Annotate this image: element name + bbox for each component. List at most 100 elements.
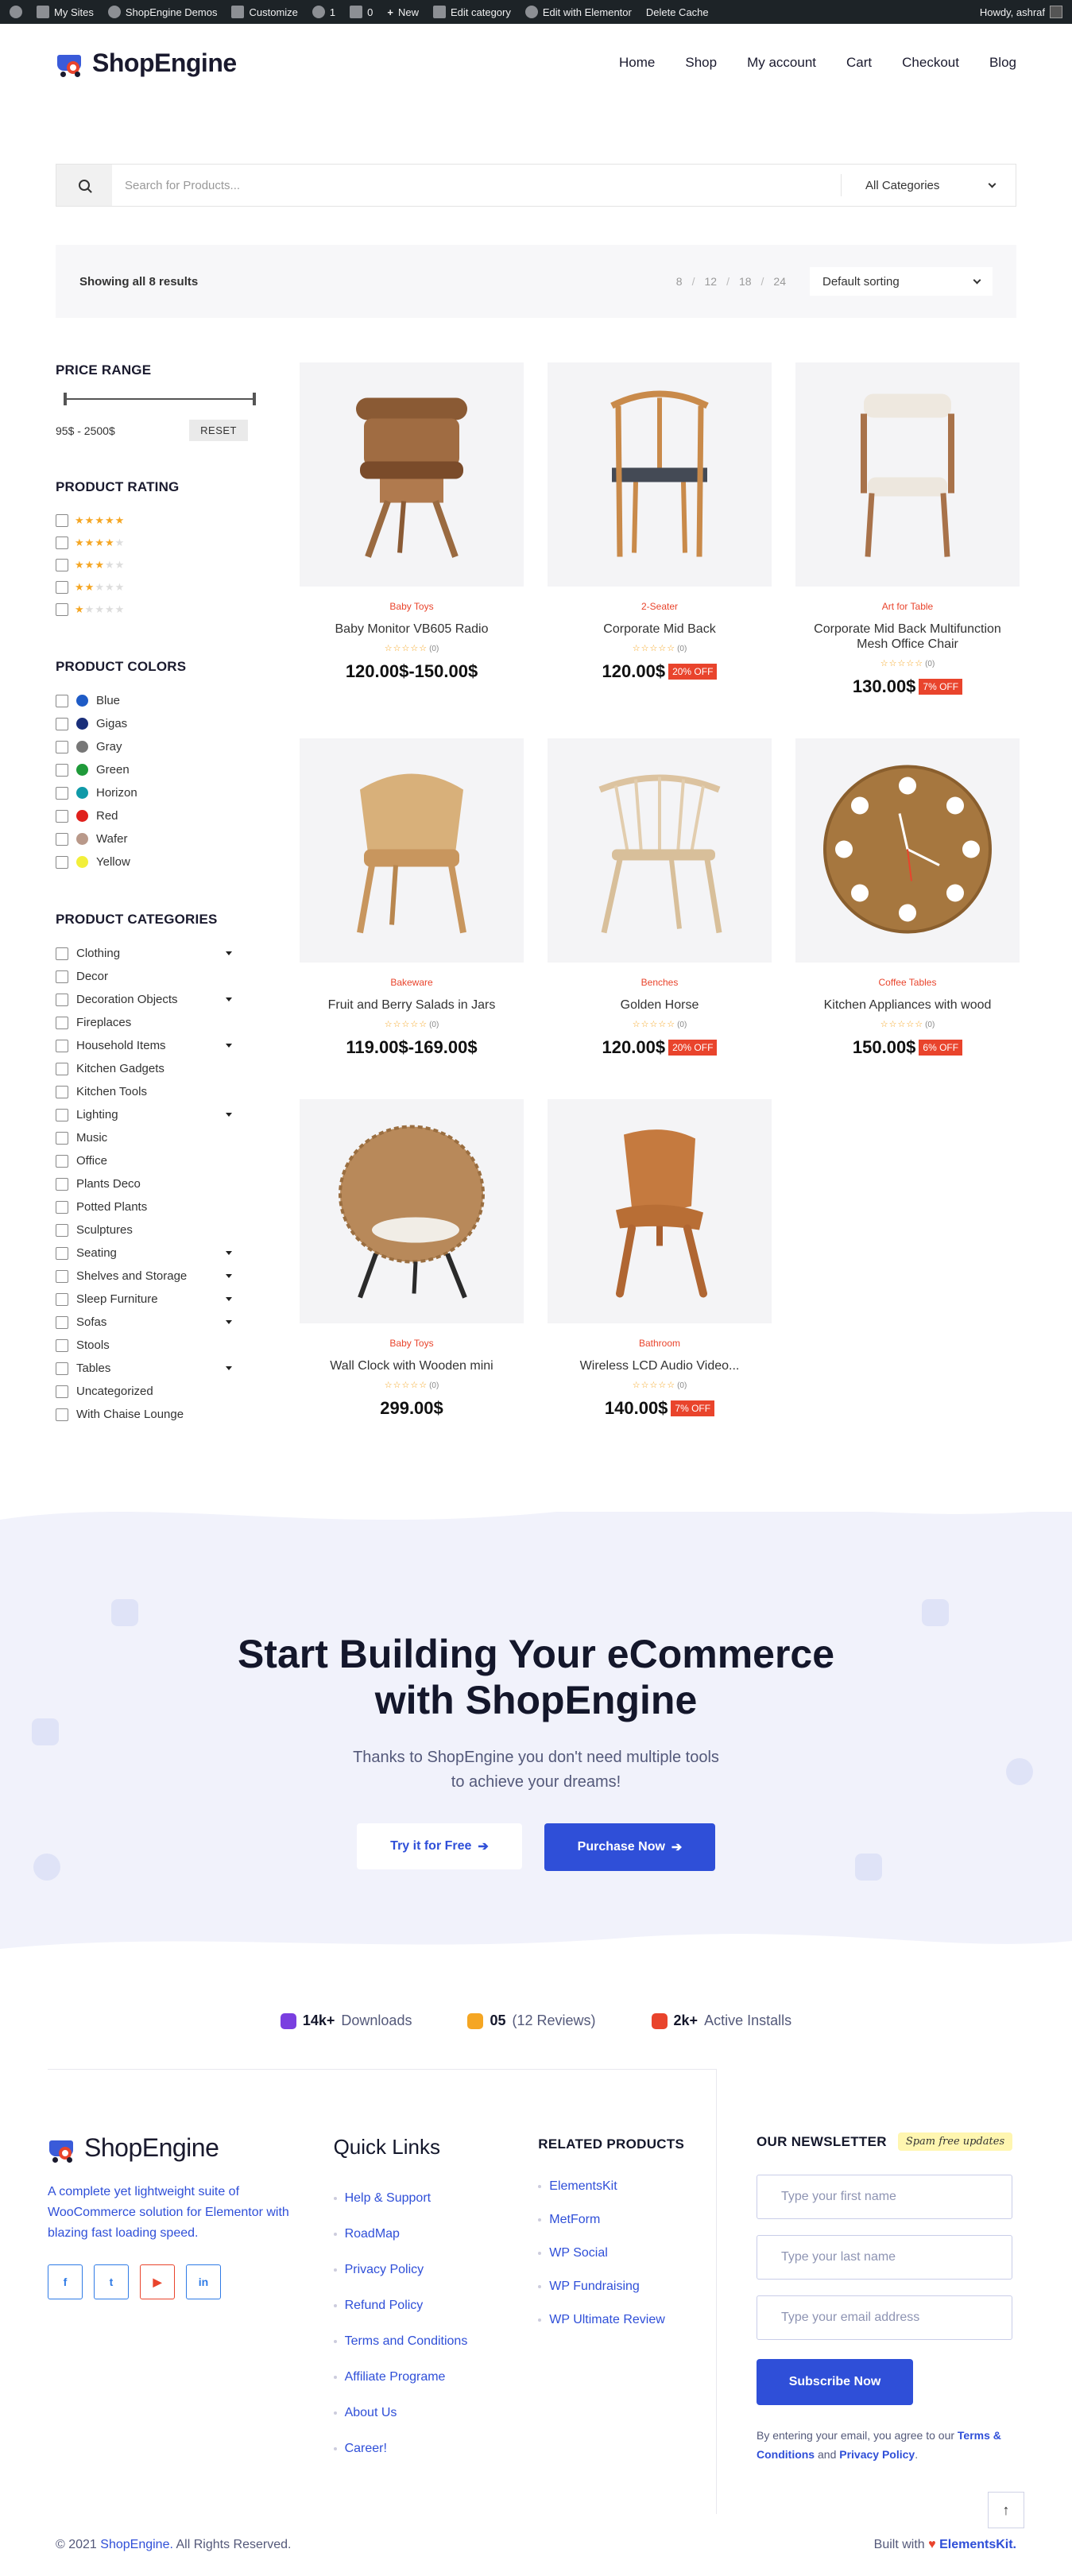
checkbox[interactable]	[56, 1039, 68, 1052]
caret-down-icon[interactable]	[226, 1113, 232, 1117]
checkbox[interactable]	[56, 947, 68, 960]
per-page-18[interactable]: 18	[739, 275, 752, 288]
related-link[interactable]: MetForm	[538, 2203, 716, 2237]
admin-delete-cache[interactable]: Delete Cache	[646, 6, 709, 18]
color-filter[interactable]: Gigas	[56, 712, 276, 735]
checkbox[interactable]	[56, 1338, 68, 1352]
color-filter[interactable]: Blue	[56, 689, 276, 712]
checkbox[interactable]	[56, 1292, 68, 1306]
product-title[interactable]: Kitchen Appliances with wood	[795, 997, 1020, 1013]
admin-updates[interactable]: 1	[312, 6, 335, 18]
product-title[interactable]: Fruit and Berry Salads in Jars	[300, 997, 524, 1013]
checkbox[interactable]	[56, 832, 68, 846]
checkbox[interactable]	[56, 1408, 68, 1421]
checkbox[interactable]	[56, 1016, 68, 1029]
search-input[interactable]	[112, 165, 841, 206]
category-select[interactable]: All Categories	[841, 174, 1016, 196]
category-filter[interactable]: Lighting	[56, 1103, 232, 1126]
color-filter[interactable]: Red	[56, 804, 276, 827]
checkbox[interactable]	[56, 559, 68, 571]
caret-down-icon[interactable]	[226, 1044, 232, 1048]
category-filter[interactable]: Seating	[56, 1242, 232, 1265]
admin-site-name[interactable]: ShopEngine Demos	[107, 6, 217, 18]
rating-filter-1[interactable]: ★★★★★	[56, 598, 276, 621]
checkbox[interactable]	[56, 1223, 68, 1237]
checkbox[interactable]	[56, 763, 68, 777]
product-image[interactable]	[795, 738, 1020, 963]
caret-down-icon[interactable]	[226, 997, 232, 1001]
category-filter[interactable]: With Chaise Lounge	[56, 1403, 232, 1426]
checkbox[interactable]	[56, 1200, 68, 1214]
quick-link[interactable]: Privacy Policy	[334, 2252, 539, 2287]
product-category[interactable]: Baby Toys	[300, 1338, 524, 1349]
checkbox[interactable]	[56, 1269, 68, 1283]
product-title[interactable]: Golden Horse	[548, 997, 772, 1013]
checkbox[interactable]	[56, 809, 68, 823]
related-link[interactable]: WP Fundraising	[538, 2270, 716, 2303]
product-category[interactable]: Benches	[548, 977, 772, 988]
product-image[interactable]	[548, 1099, 772, 1323]
product-title[interactable]: Corporate Mid Back Multifunction Mesh Of…	[795, 622, 1020, 652]
quick-link[interactable]: Terms and Conditions	[334, 2323, 539, 2359]
related-link[interactable]: WP Ultimate Review	[538, 2303, 716, 2337]
admin-elementor[interactable]: Edit with Elementor	[524, 6, 632, 18]
quick-link[interactable]: Career!	[334, 2431, 539, 2466]
checkbox[interactable]	[56, 581, 68, 594]
rating-filter-4[interactable]: ★★★★★	[56, 532, 276, 554]
per-page-12[interactable]: 12	[704, 275, 717, 288]
product-category[interactable]: Bakeware	[300, 977, 524, 988]
first-name-field[interactable]	[757, 2175, 1012, 2219]
purchase-now-button[interactable]: Purchase Now ➔	[544, 1823, 715, 1871]
caret-down-icon[interactable]	[226, 1297, 232, 1301]
checkbox[interactable]	[56, 717, 68, 730]
nav-cart[interactable]: Cart	[846, 55, 872, 71]
product-title[interactable]: Baby Monitor VB605 Radio	[300, 622, 524, 637]
category-filter[interactable]: Sculptures	[56, 1218, 232, 1242]
checkbox[interactable]	[56, 603, 68, 616]
product-title[interactable]: Corporate Mid Back	[548, 622, 772, 637]
twitter-icon[interactable]: t	[94, 2264, 129, 2299]
checkbox[interactable]	[56, 1385, 68, 1398]
color-filter[interactable]: Yellow	[56, 850, 276, 874]
wp-logo[interactable]	[10, 6, 22, 18]
quick-link[interactable]: Refund Policy	[334, 2287, 539, 2323]
privacy-link[interactable]: Privacy Policy	[839, 2448, 915, 2461]
category-filter[interactable]: Clothing	[56, 942, 232, 965]
youtube-icon[interactable]: ▶	[140, 2264, 175, 2299]
sorting-select[interactable]: Default sorting	[810, 267, 993, 296]
search-button[interactable]	[56, 165, 112, 206]
nav-shop[interactable]: Shop	[685, 55, 717, 71]
category-filter[interactable]: Decor	[56, 965, 232, 988]
admin-comments[interactable]: 0	[350, 6, 373, 18]
back-to-top-button[interactable]: ↑	[988, 2492, 1024, 2528]
rating-filter-2[interactable]: ★★★★★	[56, 576, 276, 598]
related-link[interactable]: WP Social	[538, 2237, 716, 2270]
product-image[interactable]	[548, 738, 772, 963]
site-logo[interactable]: ShopEngine	[56, 48, 237, 78]
quick-link[interactable]: Help & Support	[334, 2180, 539, 2216]
price-slider-min-handle[interactable]	[64, 393, 67, 405]
nav-home[interactable]: Home	[619, 55, 655, 71]
checkbox[interactable]	[56, 970, 68, 983]
price-slider[interactable]	[64, 393, 256, 405]
admin-edit-category[interactable]: Edit category	[432, 6, 511, 18]
checkbox[interactable]	[56, 1177, 68, 1191]
checkbox[interactable]	[56, 694, 68, 707]
category-filter[interactable]: Shelves and Storage	[56, 1265, 232, 1288]
admin-customize[interactable]: Customize	[231, 6, 298, 18]
category-filter[interactable]: Kitchen Gadgets	[56, 1057, 232, 1080]
checkbox[interactable]	[56, 786, 68, 800]
rating-filter-5[interactable]: ★★★★★	[56, 509, 276, 532]
category-filter[interactable]: Tables	[56, 1357, 232, 1380]
color-filter[interactable]: Horizon	[56, 781, 276, 804]
reset-button[interactable]: RESET	[189, 420, 248, 441]
product-category[interactable]: Baby Toys	[300, 601, 524, 612]
checkbox[interactable]	[56, 1362, 68, 1375]
quick-link[interactable]: RoadMap	[334, 2216, 539, 2252]
category-filter[interactable]: Decoration Objects	[56, 988, 232, 1011]
color-filter[interactable]: Gray	[56, 735, 276, 758]
color-filter[interactable]: Wafer	[56, 827, 276, 850]
caret-down-icon[interactable]	[226, 951, 232, 955]
linkedin-icon[interactable]: in	[186, 2264, 221, 2299]
product-title[interactable]: Wall Clock with Wooden mini	[300, 1358, 524, 1373]
